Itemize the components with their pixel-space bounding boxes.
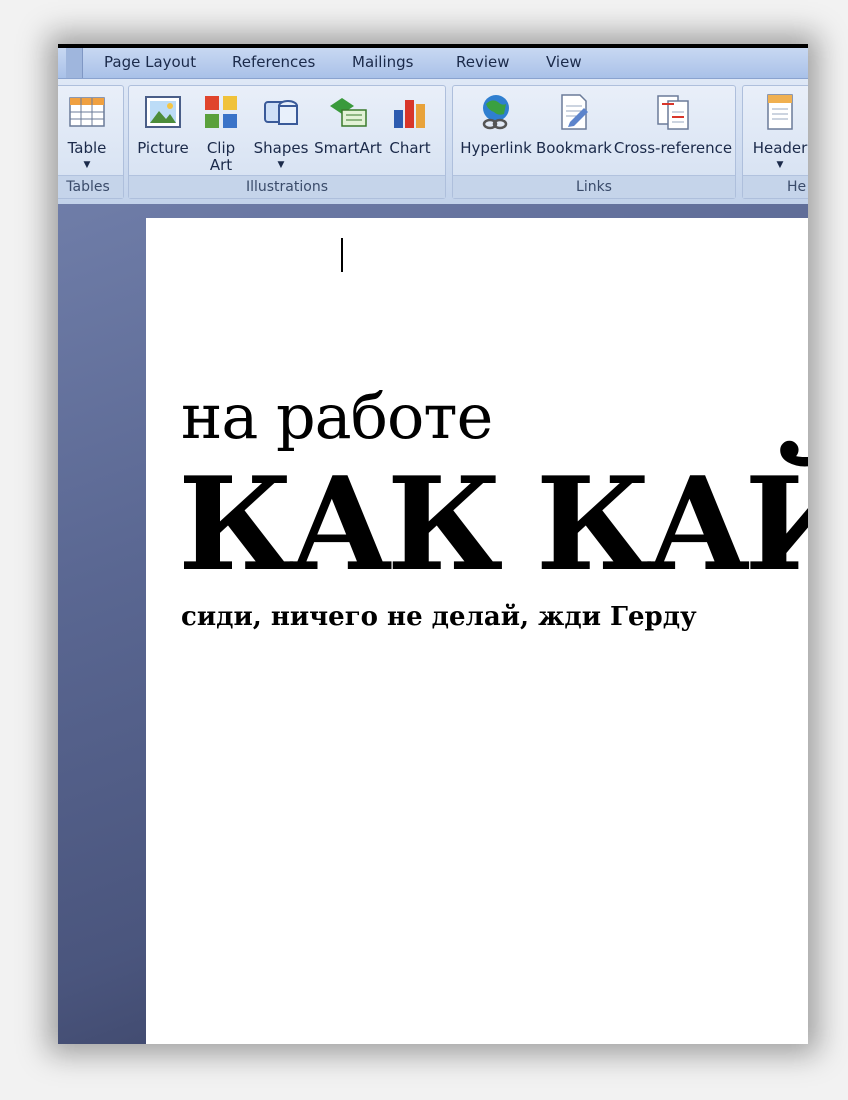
smartart-icon: [330, 98, 367, 127]
table-button[interactable]: Table ▼: [58, 92, 117, 174]
text-cursor: [341, 238, 343, 272]
table-label: Table: [67, 139, 107, 157]
chevron-down-icon: ▼: [277, 160, 285, 170]
document-page[interactable]: на работе КАК КАЙ сиди, ничего не делай,…: [146, 218, 808, 1044]
group-label-illustrations: Illustrations: [129, 175, 445, 198]
shapes-label: Shapes: [253, 139, 309, 157]
tab-references[interactable]: References: [232, 53, 315, 71]
chevron-down-icon: ▼: [776, 160, 784, 170]
picture-button[interactable]: Picture: [133, 92, 193, 157]
header-icon: [767, 94, 793, 130]
bookmark-icon: [561, 94, 588, 130]
group-links: Hyperlink Bookmark Cross-reference Links: [452, 85, 736, 199]
tab-review[interactable]: Review: [456, 53, 510, 71]
group-label-links: Links: [453, 175, 735, 198]
picture-icon: [145, 96, 181, 128]
tab-page-layout[interactable]: Page Layout: [104, 53, 196, 71]
cross-reference-icon: [657, 95, 689, 130]
ribbon-tab-bar: Page Layout References Mailings Review V…: [58, 48, 808, 78]
tab-mailings[interactable]: Mailings: [352, 53, 413, 71]
document-workspace: на работе КАК КАЙ сиди, ничего не делай,…: [58, 204, 808, 1044]
chart-icon: [394, 100, 425, 128]
tab-edge: [66, 48, 83, 78]
hyperlink-label: Hyperlink: [460, 139, 532, 157]
chart-button[interactable]: Chart: [383, 92, 437, 157]
chevron-down-icon: ▼: [83, 160, 91, 170]
hyperlink-button[interactable]: Hyperlink: [457, 92, 535, 157]
header-label: Header: [752, 139, 808, 157]
cross-reference-button[interactable]: Cross-reference: [613, 92, 733, 157]
shapes-button[interactable]: Shapes ▼: [249, 92, 313, 174]
picture-label: Picture: [137, 139, 189, 157]
group-illustrations: Picture Clip Art Shapes ▼ SmartArt Chart…: [128, 85, 446, 199]
shapes-icon: [264, 100, 298, 125]
smartart-button[interactable]: SmartArt: [313, 92, 383, 157]
document-line-1: на работе: [181, 380, 493, 453]
ribbon: Table ▼ Tables Picture Clip Art Shapes ▼…: [58, 78, 808, 205]
smartart-label: SmartArt: [314, 139, 382, 157]
cross-reference-label: Cross-reference: [613, 139, 733, 157]
clip-art-label-line1: Clip: [206, 139, 236, 157]
clip-art-button[interactable]: Clip Art: [193, 92, 249, 174]
tab-view[interactable]: View: [546, 53, 582, 71]
document-heading: КАК КАЙ: [178, 450, 808, 600]
chart-label: Chart: [389, 139, 431, 157]
clip-art-label-line2: Art: [209, 156, 233, 174]
document-line-3: сиди, ничего не делай, жди Герду: [181, 602, 697, 632]
header-button[interactable]: Header ▼: [745, 92, 808, 174]
bookmark-button[interactable]: Bookmark: [535, 92, 613, 157]
hyperlink-icon: [482, 95, 509, 130]
group-label-tables: Tables: [58, 175, 123, 198]
word-window: Page Layout References Mailings Review V…: [58, 44, 808, 1044]
bookmark-label: Bookmark: [536, 139, 612, 157]
group-tables: Table ▼ Tables: [58, 85, 124, 199]
group-header-footer: Header ▼ He: [742, 85, 808, 199]
clip-art-icon: [205, 96, 237, 128]
table-icon: [69, 97, 105, 127]
group-label-header-footer: He: [743, 175, 808, 198]
